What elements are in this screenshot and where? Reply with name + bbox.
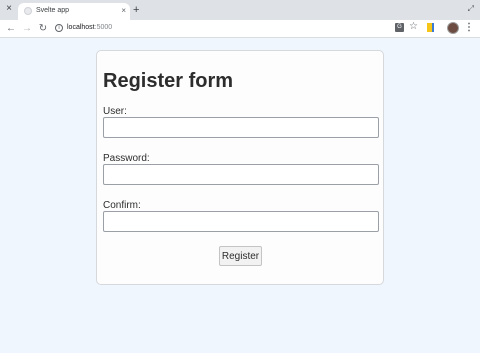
forward-icon[interactable]: → — [21, 22, 33, 35]
star-icon[interactable]: ☆ — [409, 21, 418, 32]
new-tab-icon[interactable]: + — [133, 3, 139, 17]
page-title: Register form — [103, 70, 234, 92]
back-icon[interactable]: ← — [5, 22, 17, 35]
translate-icon[interactable]: G — [395, 23, 404, 32]
register-button[interactable]: Register — [219, 246, 262, 266]
register-card: Register form User: Password: Confirm: R… — [96, 50, 384, 285]
menu-icon[interactable]: ⋮ — [464, 21, 474, 34]
browser-tab[interactable]: Svelte app × — [18, 3, 130, 20]
url-port: :5000 — [94, 24, 113, 31]
user-input[interactable] — [103, 117, 379, 138]
reload-icon[interactable]: ↻ — [37, 22, 49, 35]
url-host: localhost — [67, 24, 95, 31]
avatar[interactable] — [447, 22, 459, 34]
confirm-input[interactable] — [103, 211, 379, 232]
tab-strip: × Svelte app × + ⤢ — [0, 0, 480, 20]
extension-icon[interactable] — [427, 23, 434, 32]
restore-icon[interactable]: ⤢ — [468, 4, 474, 14]
info-icon[interactable]: i — [55, 24, 63, 32]
password-input[interactable] — [103, 164, 379, 185]
close-window-icon[interactable]: × — [3, 3, 15, 15]
address-bar[interactable]: i localhost:5000 — [51, 22, 411, 35]
browser-toolbar: ← → ↻ i localhost:5000 G ☆ ⋮ — [0, 20, 480, 38]
page-content: Register form User: Password: Confirm: R… — [0, 38, 480, 353]
tab-title: Svelte app — [36, 7, 70, 14]
tab-close-icon[interactable]: × — [121, 6, 126, 16]
favicon-icon — [24, 7, 32, 15]
url-text: localhost:5000 — [67, 23, 112, 33]
